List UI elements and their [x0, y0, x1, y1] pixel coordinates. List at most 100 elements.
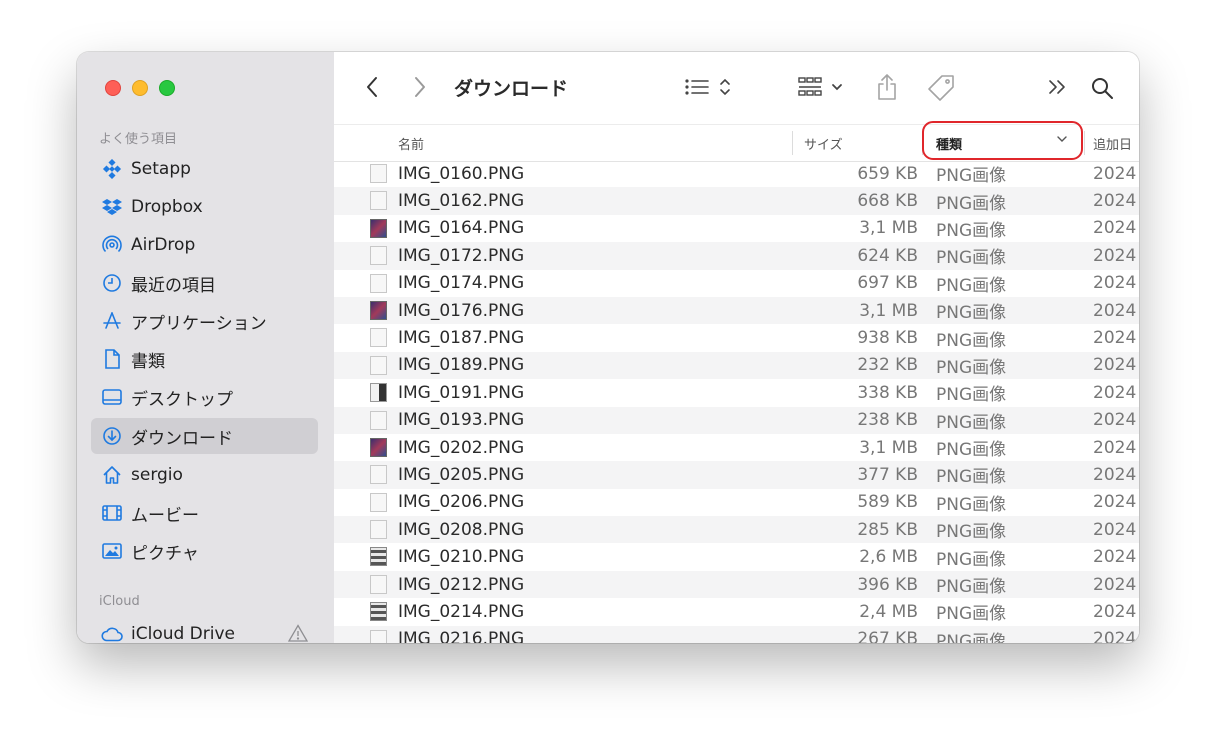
- more-toolbar-button[interactable]: [1046, 75, 1070, 99]
- column-divider[interactable]: [792, 131, 793, 155]
- film-icon: [101, 502, 123, 524]
- file-name: IMG_0216.PNG: [398, 629, 525, 643]
- icloud-section-header: iCloud: [99, 594, 140, 609]
- file-row[interactable]: IMG_0176.PNG 3,1 MB PNG画像 2024: [334, 296, 1139, 325]
- file-date-added: 2024: [1093, 273, 1137, 294]
- file-size: 238 KB: [857, 410, 918, 431]
- sidebar-item-applications[interactable]: アプリケーション: [91, 303, 318, 339]
- file-name: IMG_0202.PNG: [398, 437, 525, 458]
- file-name: IMG_0212.PNG: [398, 574, 525, 595]
- sidebar-item-setapp[interactable]: Setapp: [91, 151, 318, 187]
- file-kind: PNG画像: [936, 440, 1007, 461]
- file-row[interactable]: IMG_0160.PNG 659 KB PNG画像 2024: [334, 160, 1139, 187]
- dropbox-icon: [101, 196, 123, 218]
- file-size: 3,1 MB: [859, 437, 918, 458]
- file-thumbnail-icon: [370, 328, 387, 348]
- back-button[interactable]: [360, 75, 384, 99]
- file-row[interactable]: IMG_0172.PNG 624 KB PNG画像 2024: [334, 242, 1139, 270]
- file-name: IMG_0174.PNG: [398, 273, 525, 294]
- file-kind: PNG画像: [936, 303, 1007, 324]
- file-name: IMG_0176.PNG: [398, 300, 525, 321]
- search-button[interactable]: [1088, 74, 1116, 102]
- view-mode-button[interactable]: [684, 74, 736, 100]
- tag-button[interactable]: [926, 73, 956, 103]
- file-row[interactable]: IMG_0214.PNG 2,4 MB PNG画像 2024: [334, 598, 1139, 625]
- double-chevron-right-icon: [1049, 80, 1065, 94]
- sidebar-item-label: ピクチャ: [131, 543, 199, 564]
- sidebar-item-pictures[interactable]: ピクチャ: [91, 533, 318, 569]
- file-size: 338 KB: [857, 382, 918, 403]
- file-name: IMG_0208.PNG: [398, 519, 525, 540]
- sidebar-item-desktop[interactable]: デスクトップ: [91, 379, 318, 415]
- column-header-size[interactable]: サイズ: [804, 134, 843, 153]
- photo-icon: [101, 540, 123, 562]
- file-row[interactable]: IMG_0206.PNG 589 KB PNG画像 2024: [334, 489, 1139, 516]
- file-row[interactable]: IMG_0187.PNG 938 KB PNG画像 2024: [334, 324, 1139, 351]
- zoom-window-button[interactable]: [159, 80, 175, 96]
- sidebar-item-label: デスクトップ: [131, 389, 233, 410]
- file-row[interactable]: IMG_0205.PNG 377 KB PNG画像 2024: [334, 461, 1139, 489]
- sidebar-item-recents[interactable]: 最近の項目: [91, 265, 318, 301]
- file-size: 232 KB: [857, 355, 918, 376]
- sidebar: よく使う項目 Setapp Dropbox AirDrop 最近の項目 アプリケ…: [77, 52, 335, 643]
- file-kind: PNG画像: [936, 494, 1007, 515]
- file-kind: PNG画像: [936, 248, 1007, 269]
- file-size: 589 KB: [857, 492, 918, 513]
- share-icon: [878, 74, 896, 100]
- sidebar-item-label: 最近の項目: [131, 275, 216, 296]
- file-kind: PNG画像: [936, 220, 1007, 241]
- file-row[interactable]: IMG_0189.PNG 232 KB PNG画像 2024: [334, 351, 1139, 380]
- file-row[interactable]: IMG_0210.PNG 2,6 MB PNG画像 2024: [334, 543, 1139, 570]
- file-row[interactable]: IMG_0216.PNG 267 KB PNG画像 2024: [334, 625, 1139, 643]
- sidebar-item-icloud-drive[interactable]: iCloud Drive: [91, 616, 318, 643]
- share-button[interactable]: [874, 72, 900, 102]
- file-name: IMG_0162.PNG: [398, 191, 525, 212]
- file-date-added: 2024: [1093, 574, 1137, 595]
- sidebar-item-downloads[interactable]: ダウンロード: [91, 418, 318, 454]
- file-date-added: 2024: [1093, 328, 1137, 349]
- sidebar-item-home[interactable]: sergio: [91, 457, 318, 493]
- file-kind: PNG画像: [936, 467, 1007, 488]
- forward-button[interactable]: [408, 75, 432, 99]
- sidebar-item-label: AirDrop: [131, 235, 196, 255]
- sidebar-item-airdrop[interactable]: AirDrop: [91, 227, 318, 263]
- file-date-added: 2024: [1093, 601, 1137, 622]
- file-kind: PNG画像: [936, 193, 1007, 214]
- file-date-added: 2024: [1093, 629, 1137, 643]
- file-date-added: 2024: [1093, 218, 1137, 239]
- downloads-icon: [101, 425, 123, 447]
- file-row[interactable]: IMG_0202.PNG 3,1 MB PNG画像 2024: [334, 434, 1139, 461]
- group-button[interactable]: [797, 74, 849, 100]
- file-date-added: 2024: [1093, 547, 1137, 568]
- column-header-date-added[interactable]: 追加日: [1093, 134, 1132, 153]
- kind-column-highlight: [922, 121, 1083, 160]
- file-kind: PNG画像: [936, 522, 1007, 543]
- file-name: IMG_0172.PNG: [398, 245, 525, 266]
- sidebar-item-documents[interactable]: 書類: [91, 341, 318, 377]
- file-row[interactable]: IMG_0212.PNG 396 KB PNG画像 2024: [334, 570, 1139, 599]
- file-thumbnail-icon: [370, 574, 387, 594]
- file-name: IMG_0187.PNG: [398, 328, 525, 349]
- file-thumbnail-icon: [370, 246, 387, 266]
- file-name: IMG_0164.PNG: [398, 218, 525, 239]
- minimize-window-button[interactable]: [132, 80, 148, 96]
- file-date-added: 2024: [1093, 191, 1137, 212]
- file-row[interactable]: IMG_0164.PNG 3,1 MB PNG画像 2024: [334, 215, 1139, 242]
- file-size: 2,4 MB: [859, 601, 918, 622]
- file-date-added: 2024: [1093, 519, 1137, 540]
- file-row[interactable]: IMG_0191.PNG 338 KB PNG画像 2024: [334, 379, 1139, 406]
- file-kind: PNG画像: [936, 549, 1007, 570]
- setapp-icon: [101, 158, 123, 180]
- sidebar-item-dropbox[interactable]: Dropbox: [91, 189, 318, 225]
- file-size: 624 KB: [857, 245, 918, 266]
- file-row[interactable]: IMG_0174.PNG 697 KB PNG画像 2024: [334, 270, 1139, 297]
- sidebar-item-label: ダウンロード: [131, 428, 233, 449]
- file-name: IMG_0206.PNG: [398, 492, 525, 513]
- file-row[interactable]: IMG_0162.PNG 668 KB PNG画像 2024: [334, 187, 1139, 215]
- close-window-button[interactable]: [105, 80, 121, 96]
- file-row[interactable]: IMG_0193.PNG 238 KB PNG画像 2024: [334, 406, 1139, 434]
- file-row[interactable]: IMG_0208.PNG 285 KB PNG画像 2024: [334, 516, 1139, 544]
- column-divider[interactable]: [1084, 131, 1085, 155]
- column-header-name[interactable]: 名前: [398, 134, 424, 153]
- sidebar-item-movies[interactable]: ムービー: [91, 495, 318, 531]
